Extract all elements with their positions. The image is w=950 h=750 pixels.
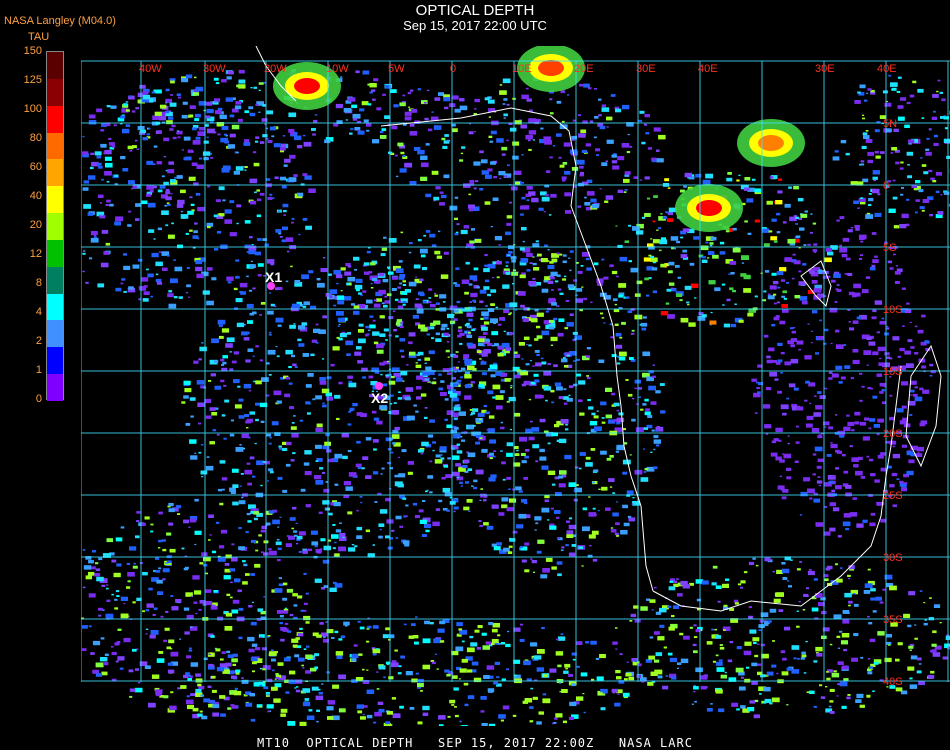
- colorbar-tick-label: 20: [29, 219, 42, 231]
- lon-label: 5W: [388, 63, 405, 75]
- lon-label: 30E: [815, 63, 835, 75]
- colorbar-swatch: [47, 293, 63, 321]
- lon-label: 0: [450, 63, 456, 75]
- colorbar-title: TAU: [28, 31, 50, 43]
- map-subtitle: Sep 15, 2017 22:00 UTC: [403, 18, 547, 33]
- site-marker-label: X1: [265, 269, 282, 285]
- colorbar-tick-label: 8: [35, 277, 42, 289]
- lat-label: 35S: [883, 614, 903, 626]
- colorbar-swatch: [47, 374, 63, 402]
- optical-depth-map: 5N 0 5S 10S 15S 20S 25S 30S 35S 40S 40W 30W 20W 10W 5W…: [81, 46, 950, 726]
- colorbar-tick-label: 150: [23, 45, 42, 57]
- colorbar-swatch: [47, 105, 63, 134]
- colorbar-swatch: [47, 213, 63, 241]
- colorbar-swatch: [47, 159, 63, 187]
- colorbar-tick-label: 0: [35, 393, 42, 405]
- lat-label: 0: [883, 180, 889, 192]
- lon-label: 40W: [139, 63, 162, 75]
- colorbar-tick-label: 60: [29, 161, 42, 173]
- colorbar-tick-label: 4: [35, 306, 42, 318]
- lon-label: 20E: [574, 63, 594, 75]
- lat-label: 5S: [883, 242, 896, 254]
- colorbar-tick-label: 12: [29, 248, 42, 260]
- colorbar-tick-label: 80: [29, 132, 42, 144]
- colorbar-swatch: [47, 78, 63, 107]
- lat-label: 10S: [883, 304, 903, 316]
- colorbar: [46, 51, 64, 402]
- colorbar-tick-label: 125: [23, 74, 42, 86]
- lon-label: 30W: [203, 63, 226, 75]
- lat-label: 20S: [883, 428, 903, 440]
- colorbar-swatch: [47, 186, 63, 214]
- lon-label: 30E: [636, 63, 656, 75]
- lon-label: 20W: [264, 63, 287, 75]
- lat-label: 15S: [883, 366, 903, 378]
- lon-label: 40E: [698, 63, 718, 75]
- lat-label: 5N: [883, 118, 897, 130]
- colorbar-tick-label: 100: [23, 103, 42, 115]
- lat-label: 40S: [883, 676, 903, 688]
- colorbar-swatch: [47, 132, 63, 160]
- colorbar-tick-label: 1: [35, 364, 42, 376]
- lon-label: 40E: [877, 63, 897, 75]
- colorbar-swatch: [47, 266, 63, 295]
- colorbar-swatch: [47, 320, 63, 348]
- map-background: [81, 46, 950, 726]
- footer-caption: MT10 OPTICAL DEPTH SEP 15, 2017 22:00Z N…: [257, 736, 693, 750]
- site-marker-label: X2: [371, 390, 388, 406]
- map-title: OPTICAL DEPTH: [415, 2, 535, 19]
- lon-label: 10E: [512, 63, 532, 75]
- storm-core: [737, 119, 805, 167]
- colorbar-swatch: [47, 239, 63, 268]
- lat-label: 30S: [883, 552, 903, 564]
- lon-label: 10W: [326, 63, 349, 75]
- colorbar-swatch: [47, 52, 63, 80]
- storm-core: [675, 184, 743, 232]
- lat-label: 25S: [883, 490, 903, 502]
- colorbar-swatch: [47, 347, 63, 375]
- colorbar-tick-label: 2: [35, 335, 42, 347]
- colorbar-tick-label: 40: [29, 190, 42, 202]
